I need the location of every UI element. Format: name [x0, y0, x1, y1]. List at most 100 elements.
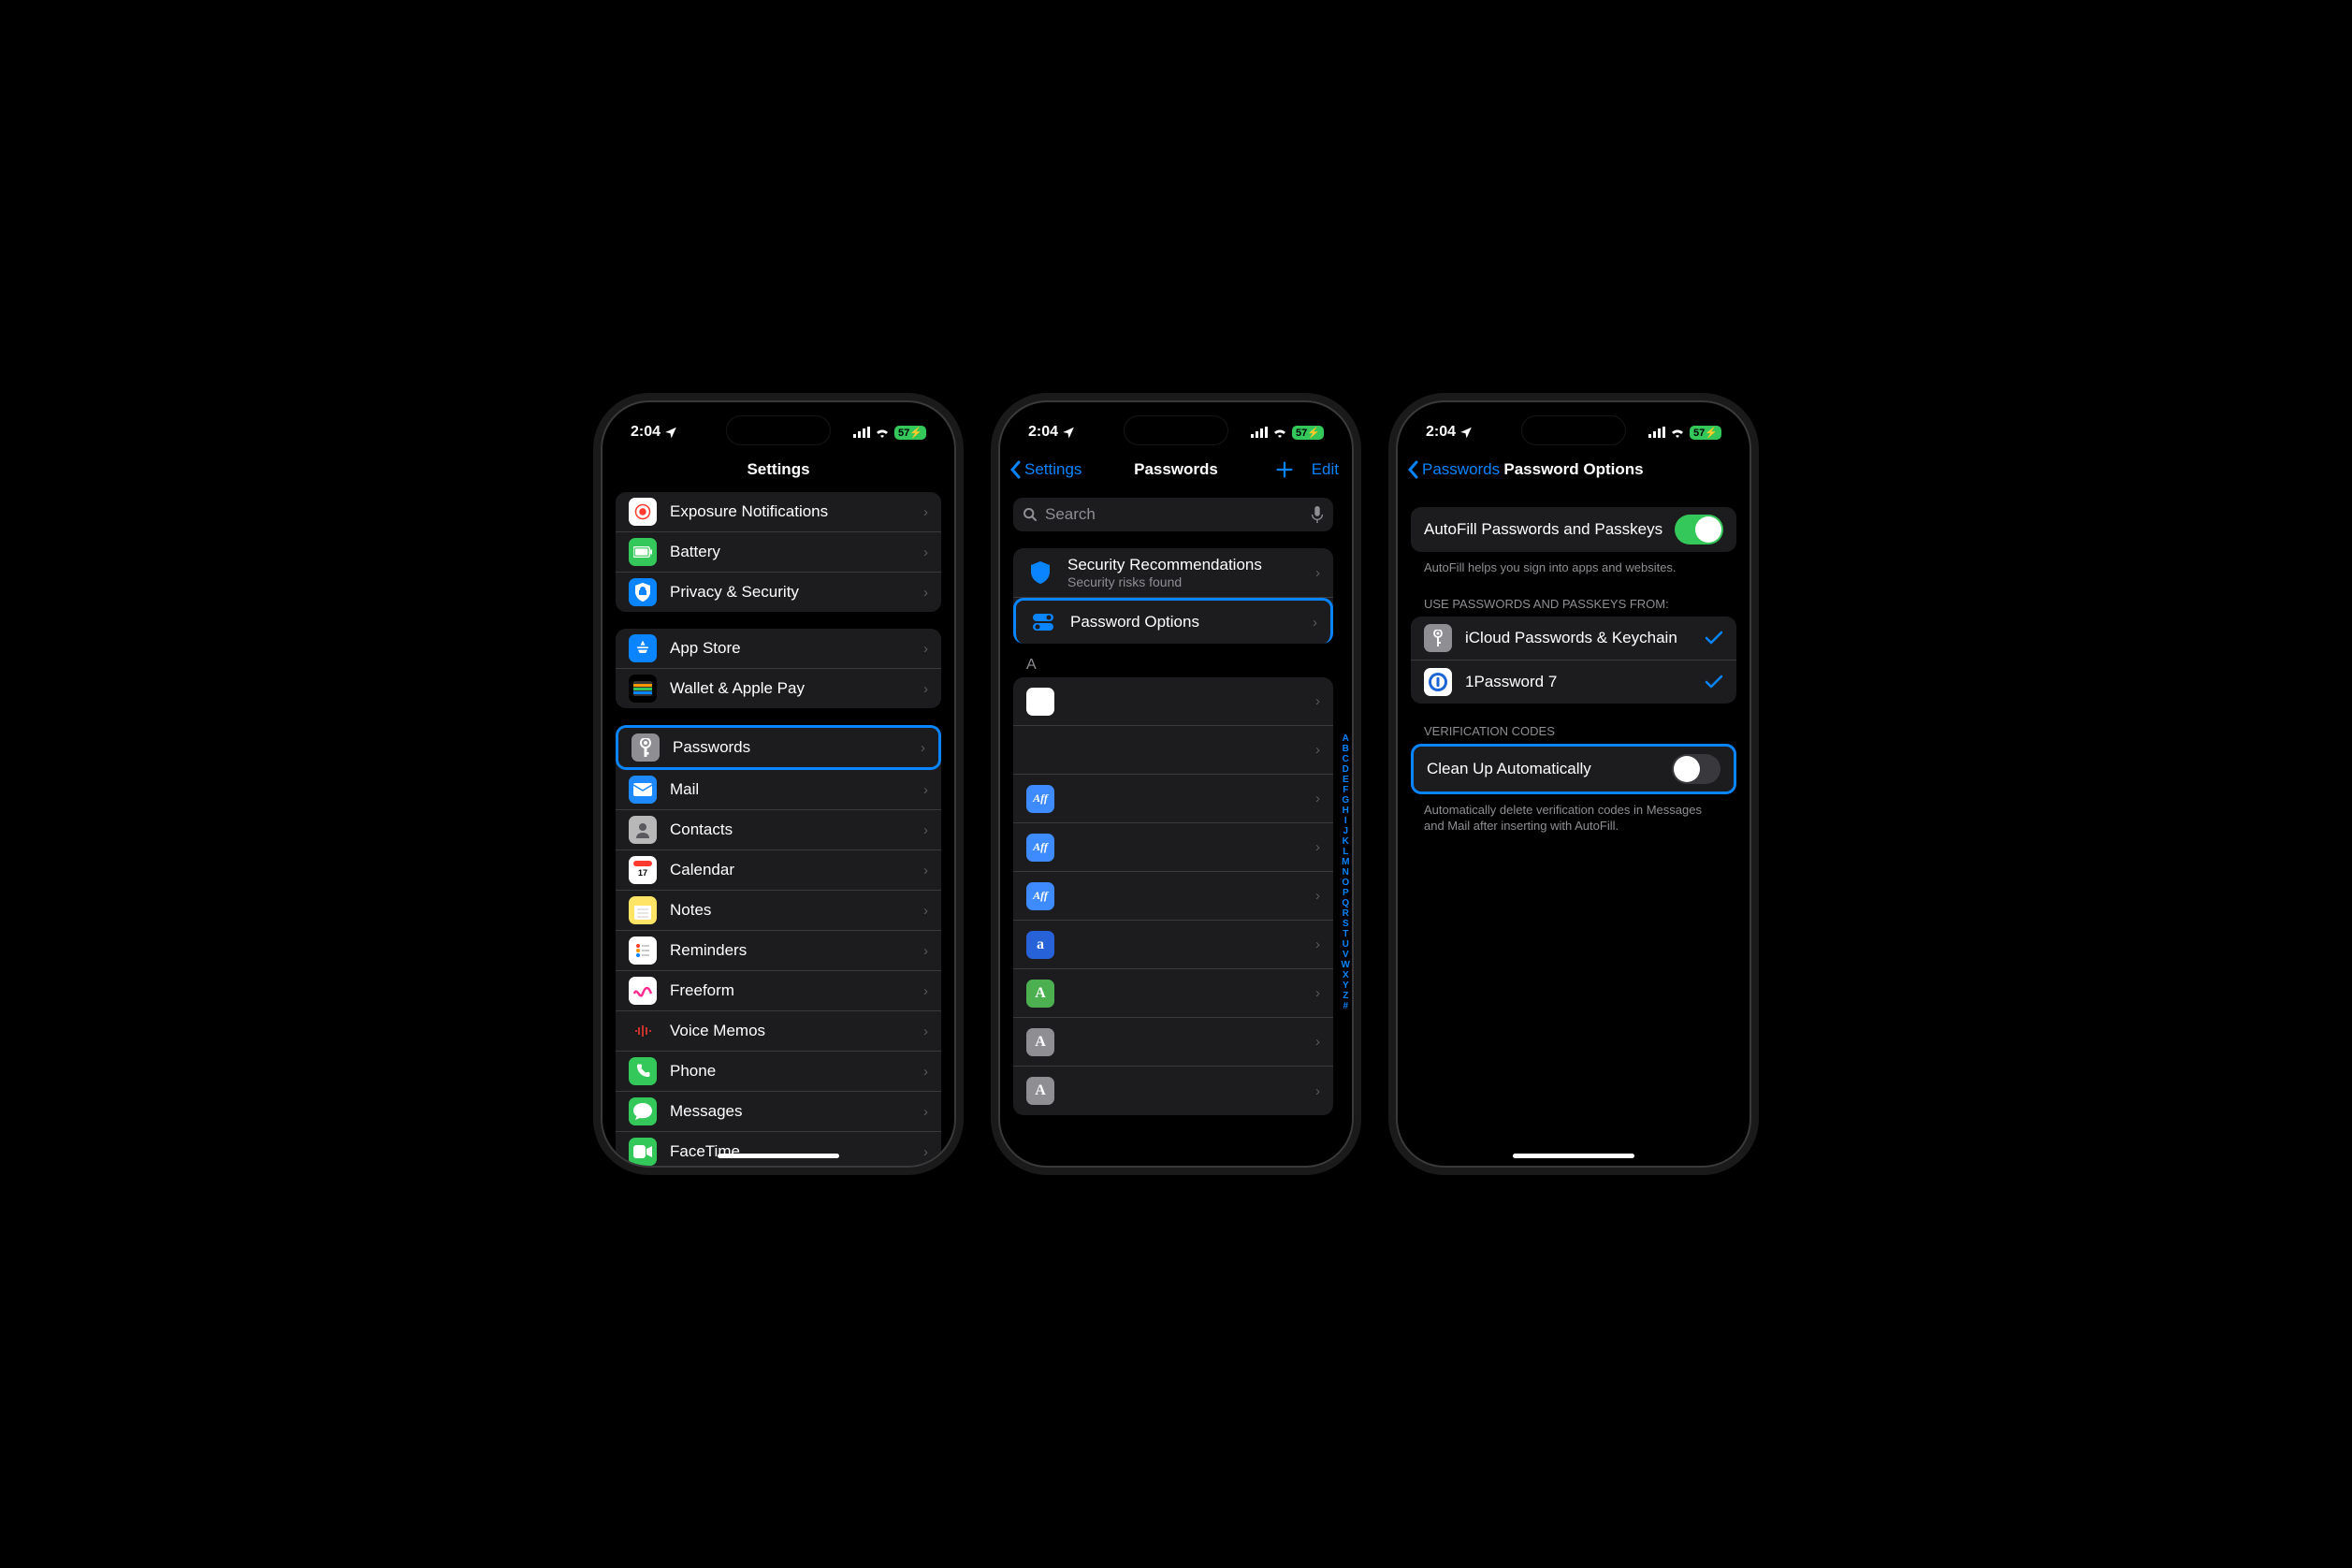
index-letter[interactable]: Y: [1342, 980, 1350, 991]
password-entry-row[interactable]: Aff›: [1013, 823, 1333, 872]
password-entry-row[interactable]: a›: [1013, 921, 1333, 969]
autofill-toggle[interactable]: [1675, 515, 1723, 544]
index-letter[interactable]: D: [1342, 764, 1350, 775]
site-icon: a: [1026, 931, 1054, 959]
index-letter[interactable]: Q: [1342, 898, 1350, 908]
alphabet-index[interactable]: ABCDEFGHIJKLMNOPQRSTUVWXYZ#: [1342, 733, 1350, 1011]
verification-codes-header: VERIFICATION CODES: [1424, 724, 1723, 738]
index-letter[interactable]: C: [1342, 754, 1350, 764]
phone-settings: 2:04 57⚡ Settings Exposure Notifications…: [601, 400, 956, 1168]
settings-row-reminders[interactable]: Reminders›: [616, 931, 941, 971]
settings-list[interactable]: Exposure Notifications›Battery›Privacy &…: [603, 490, 954, 1166]
passwords-list[interactable]: Security Recommendations Security risks …: [1000, 490, 1352, 1166]
index-letter[interactable]: N: [1342, 867, 1350, 878]
index-letter[interactable]: L: [1342, 847, 1350, 857]
index-letter[interactable]: W: [1342, 960, 1350, 970]
index-letter[interactable]: A: [1342, 733, 1350, 744]
index-letter[interactable]: R: [1342, 908, 1350, 919]
voice-memos-icon: [629, 1017, 657, 1045]
shield-icon: [1026, 559, 1054, 587]
site-icon: [1026, 688, 1054, 716]
search-icon: [1023, 507, 1038, 522]
location-icon: [664, 426, 677, 439]
battery-icon: 57⚡: [1292, 426, 1324, 440]
settings-row-contacts[interactable]: Contacts›: [616, 810, 941, 850]
back-button[interactable]: Settings: [1009, 460, 1082, 479]
index-letter[interactable]: V: [1342, 950, 1350, 960]
settings-row-passwords[interactable]: Passwords›: [616, 725, 941, 770]
add-button[interactable]: [1274, 459, 1295, 480]
password-entry-row[interactable]: ›: [1013, 677, 1333, 726]
settings-row-app-store[interactable]: App Store›: [616, 629, 941, 669]
settings-label: Voice Memos: [670, 1022, 923, 1040]
settings-label: Phone: [670, 1062, 923, 1081]
index-letter[interactable]: Z: [1342, 991, 1350, 1001]
password-entry-row[interactable]: A›: [1013, 969, 1333, 1018]
settings-row-freeform[interactable]: Freeform›: [616, 971, 941, 1011]
settings-row-exposure-notifications[interactable]: Exposure Notifications›: [616, 492, 941, 532]
password-options-content[interactable]: AutoFill Passwords and Passkeys AutoFill…: [1398, 490, 1749, 1166]
home-indicator[interactable]: [1513, 1154, 1634, 1158]
index-letter[interactable]: G: [1342, 795, 1350, 806]
site-icon: Aff: [1026, 882, 1054, 910]
index-letter[interactable]: O: [1342, 878, 1350, 888]
index-letter[interactable]: S: [1342, 919, 1350, 929]
freeform-icon: [629, 977, 657, 1005]
chevron-right-icon: ›: [923, 1024, 928, 1039]
chevron-right-icon: ›: [1315, 693, 1320, 709]
index-letter[interactable]: J: [1342, 826, 1350, 836]
security-rec-sub: Security risks found: [1067, 574, 1315, 589]
autofill-row[interactable]: AutoFill Passwords and Passkeys: [1411, 507, 1736, 552]
notes-icon: [629, 896, 657, 924]
password-options-row[interactable]: Password Options ›: [1013, 598, 1333, 644]
index-letter[interactable]: #: [1342, 1001, 1350, 1011]
index-letter[interactable]: H: [1342, 806, 1350, 816]
site-icon: A: [1026, 1077, 1054, 1105]
security-recommendations-row[interactable]: Security Recommendations Security risks …: [1013, 548, 1333, 598]
index-letter[interactable]: E: [1342, 775, 1350, 785]
settings-row-mail[interactable]: Mail›: [616, 770, 941, 810]
password-entry-row[interactable]: Aff›: [1013, 872, 1333, 921]
home-indicator[interactable]: [718, 1154, 839, 1158]
settings-row-privacy-security[interactable]: Privacy & Security›: [616, 573, 941, 612]
index-letter[interactable]: M: [1342, 857, 1350, 867]
messages-icon: [629, 1097, 657, 1125]
index-letter[interactable]: X: [1342, 970, 1350, 980]
index-letter[interactable]: B: [1342, 744, 1350, 754]
index-letter[interactable]: I: [1342, 816, 1350, 826]
password-entry-row[interactable]: A›: [1013, 1018, 1333, 1067]
settings-row-phone[interactable]: Phone›: [616, 1052, 941, 1092]
index-letter[interactable]: K: [1342, 836, 1350, 847]
settings-row-voice-memos[interactable]: Voice Memos›: [616, 1011, 941, 1052]
back-button[interactable]: Passwords: [1407, 460, 1500, 479]
cleanup-toggle[interactable]: [1672, 754, 1720, 784]
provider-row-icloud-keychain[interactable]: iCloud Passwords & Keychain: [1411, 617, 1736, 661]
provider-row-1password[interactable]: 1Password 7: [1411, 661, 1736, 704]
settings-row-notes[interactable]: Notes›: [616, 891, 941, 931]
password-entry-row[interactable]: Aff›: [1013, 775, 1333, 823]
settings-row-battery[interactable]: Battery›: [616, 532, 941, 573]
password-entry-row[interactable]: A›: [1013, 1067, 1333, 1115]
status-time: 2:04: [631, 424, 661, 441]
index-letter[interactable]: U: [1342, 939, 1350, 950]
battery-icon: [629, 538, 657, 566]
settings-row-wallet-apple-pay[interactable]: Wallet & Apple Pay›: [616, 669, 941, 708]
search-field[interactable]: [1013, 498, 1333, 531]
index-letter[interactable]: P: [1342, 888, 1350, 898]
settings-row-calendar[interactable]: 17Calendar›: [616, 850, 941, 891]
back-label: Passwords: [1422, 460, 1500, 479]
mic-icon[interactable]: [1311, 506, 1324, 523]
search-input[interactable]: [1045, 505, 1303, 524]
page-title: Password Options: [1503, 460, 1643, 479]
settings-row-facetime[interactable]: FaceTime›: [616, 1132, 941, 1166]
index-letter[interactable]: F: [1342, 785, 1350, 795]
index-letter[interactable]: T: [1342, 929, 1350, 939]
edit-button[interactable]: Edit: [1312, 460, 1339, 479]
site-icon: Aff: [1026, 785, 1054, 813]
settings-row-messages[interactable]: Messages›: [616, 1092, 941, 1132]
cleanup-row[interactable]: Clean Up Automatically: [1414, 747, 1734, 791]
phone-passwords: 2:04 57⚡ Settings Passwords Edit: [998, 400, 1354, 1168]
phone-icon: [629, 1057, 657, 1085]
chevron-right-icon: ›: [923, 822, 928, 838]
password-entry-row[interactable]: ›: [1013, 726, 1333, 775]
